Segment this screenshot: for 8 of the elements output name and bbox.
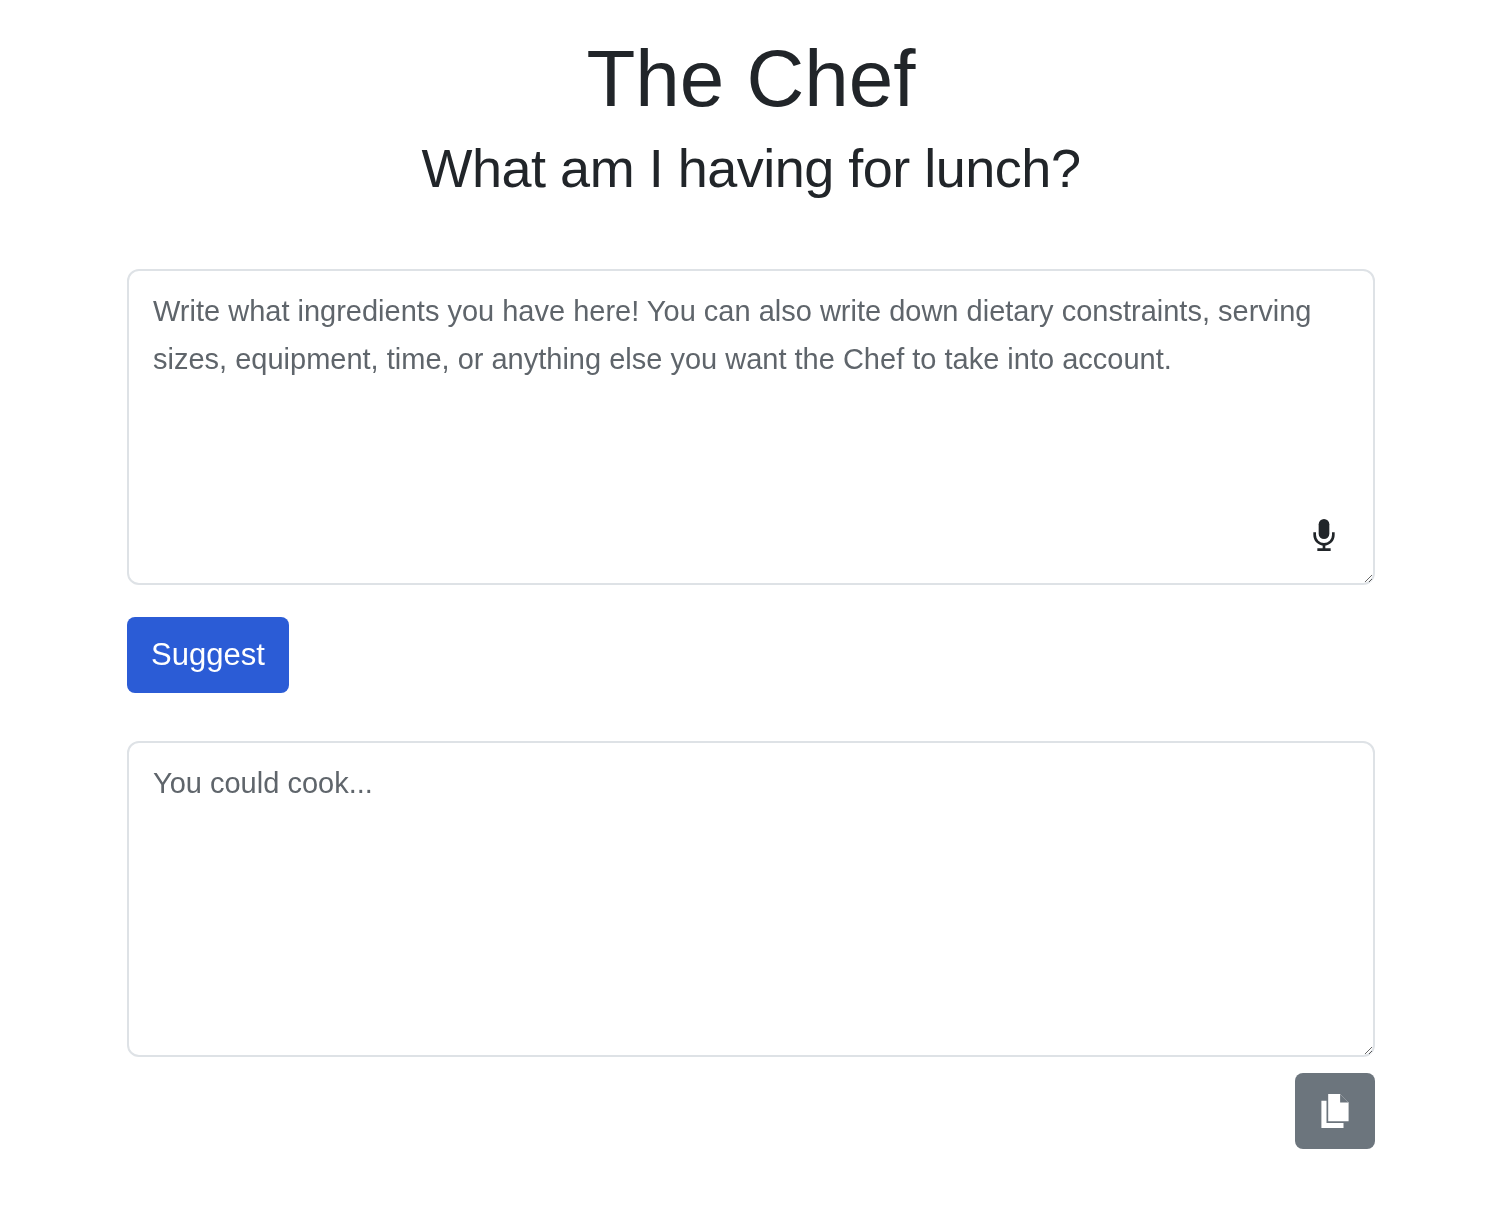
ingredients-field[interactable]: Write what ingredients you have here! You can also write down dietary constraints, serving sizes, equipment, time, or anything else you want the Chef to take into account. xyxy=(127,269,1375,585)
microphone-icon[interactable] xyxy=(1313,519,1335,551)
result-field[interactable]: You could cook... xyxy=(127,741,1375,1057)
copy-button[interactable] xyxy=(1295,1073,1375,1149)
copy-icon xyxy=(1321,1094,1349,1128)
page-subtitle: What am I having for lunch? xyxy=(420,137,1082,200)
page-title: The Chef xyxy=(585,34,917,124)
suggest-button[interactable]: Suggest xyxy=(127,617,289,693)
